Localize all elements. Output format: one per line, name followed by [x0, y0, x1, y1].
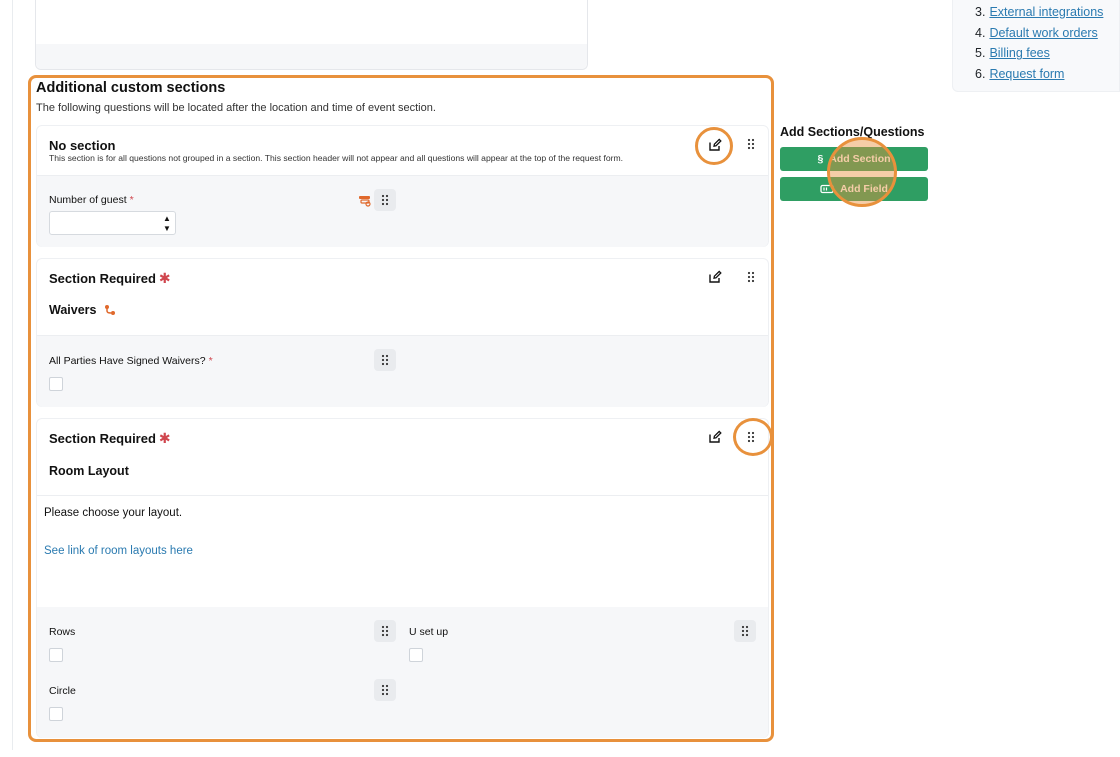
table-of-contents: 3. External integrations 4. Default work o…: [952, 0, 1120, 92]
add-panel-title: Add Sections/Questions: [780, 125, 925, 139]
toc-number: 6.: [975, 67, 986, 82]
toc-item: 5. Billing fees: [975, 43, 1119, 64]
toc-item: 4. Default work orders: [975, 23, 1119, 44]
previous-section-card: [35, 0, 588, 70]
toc-number: 4.: [975, 25, 986, 40]
toc-number: 5.: [975, 46, 986, 61]
toc-link-request-form[interactable]: Request form: [989, 67, 1064, 81]
toc-link-external-integrations[interactable]: External integrations: [989, 5, 1103, 19]
left-border: [12, 0, 13, 750]
toc-link-billing-fees[interactable]: Billing fees: [989, 46, 1049, 60]
page: 3. External integrations 4. Default work o…: [0, 0, 1120, 757]
toc-number: 3.: [975, 5, 986, 19]
highlight-box: [28, 75, 774, 742]
highlight-ring-drag: [733, 418, 773, 456]
toc-link-default-work-orders[interactable]: Default work orders: [989, 26, 1097, 40]
previous-section-footer: [36, 44, 587, 69]
highlight-ring-edit: [695, 127, 733, 165]
toc-item: 3. External integrations: [975, 2, 1119, 23]
section-icon: §: [817, 153, 824, 165]
highlight-ring-add-section: [827, 137, 897, 207]
toc-item: 6. Request form: [975, 64, 1119, 85]
